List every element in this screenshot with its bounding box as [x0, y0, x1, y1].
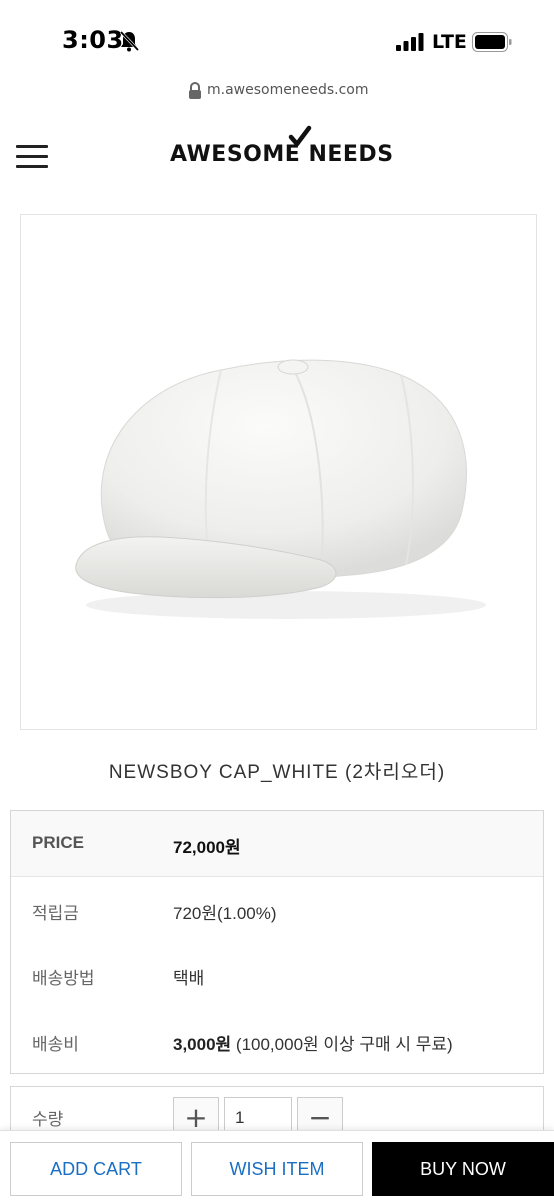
- shipping-method-label: 배송방법: [32, 969, 95, 988]
- battery-icon: [472, 32, 512, 52]
- lock-icon: [189, 82, 201, 99]
- shipping-fee-label: 배송비: [32, 1035, 79, 1054]
- add-cart-button[interactable]: ADD CART: [10, 1142, 182, 1196]
- quantity-label: 수량: [32, 1110, 64, 1129]
- bottom-action-bar: ADD CART WISH ITEM BUY NOW: [0, 1130, 554, 1200]
- shipping-fee-row: 배송비 3,000원 (100,000원 이상 구매 시 무료): [11, 1008, 543, 1074]
- site-logo[interactable]: AWESOME NEEDS: [170, 125, 393, 178]
- price-label: PRICE: [32, 833, 84, 852]
- bell-muted-icon: [119, 30, 139, 52]
- buy-now-button[interactable]: BUY NOW: [372, 1142, 554, 1196]
- url-text: m.awesomeneeds.com: [207, 82, 369, 98]
- points-value: 720원(1.00%): [173, 904, 277, 923]
- checkmark-icon: [288, 125, 312, 147]
- newsboy-cap-image: [75, 359, 486, 619]
- shipping-method-value: 택배: [173, 969, 205, 988]
- wish-item-button[interactable]: WISH ITEM: [191, 1142, 363, 1196]
- cellular-signal-icon: [396, 33, 424, 51]
- shipping-fee-note: (100,000원 이상 구매 시 무료): [231, 1035, 453, 1054]
- product-info-table: PRICE 72,000원 적립금 720원(1.00%) 배송방법 택배 배송…: [10, 810, 544, 1074]
- shipping-fee-value-wrap: 3,000원 (100,000원 이상 구매 시 무료): [173, 1030, 453, 1055]
- product-name: NEWSBOY CAP_WHITE (2차리오더): [108, 762, 446, 783]
- network-type: LTE: [432, 31, 467, 53]
- site-header: AWESOME NEEDS: [0, 108, 554, 198]
- hamburger-menu-icon[interactable]: [16, 145, 48, 169]
- price-row: PRICE 72,000원: [11, 811, 543, 877]
- shipping-method-row: 배송방법 택배: [11, 942, 543, 1008]
- status-bar: 3:03 LTE: [0, 0, 554, 86]
- product-image[interactable]: [20, 214, 537, 730]
- browser-url-bar[interactable]: m.awesomeneeds.com: [0, 76, 554, 108]
- points-label: 적립금: [32, 904, 79, 923]
- price-value: 72,000원: [173, 838, 241, 857]
- points-row: 적립금 720원(1.00%): [11, 877, 543, 943]
- shipping-fee-value: 3,000원: [173, 1035, 232, 1054]
- logo-text: AWESOME NEEDS: [170, 142, 394, 167]
- status-time: 3:03: [62, 26, 124, 54]
